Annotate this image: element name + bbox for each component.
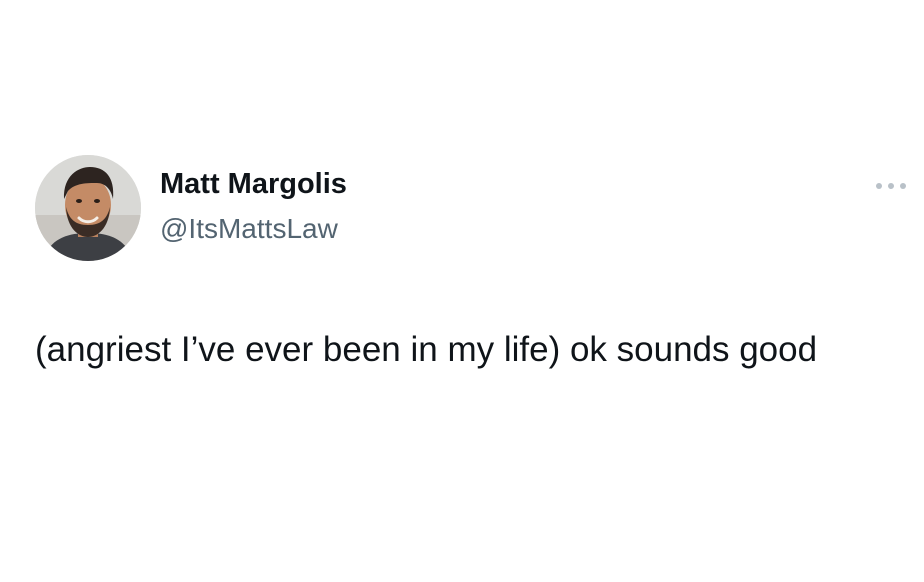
tweet-text: (angriest I’ve ever been in my life) ok … [35,330,818,369]
more-horizontal-icon [876,183,906,189]
tweet-card: Matt Margolis @ItsMattsLaw (angriest I’v… [0,0,924,582]
profile-photo-image [35,155,141,261]
more-options-button[interactable] [868,172,914,200]
author-display-name[interactable]: Matt Margolis [160,166,347,202]
author-handle[interactable]: @ItsMattsLaw [160,212,338,246]
avatar[interactable] [35,155,141,261]
